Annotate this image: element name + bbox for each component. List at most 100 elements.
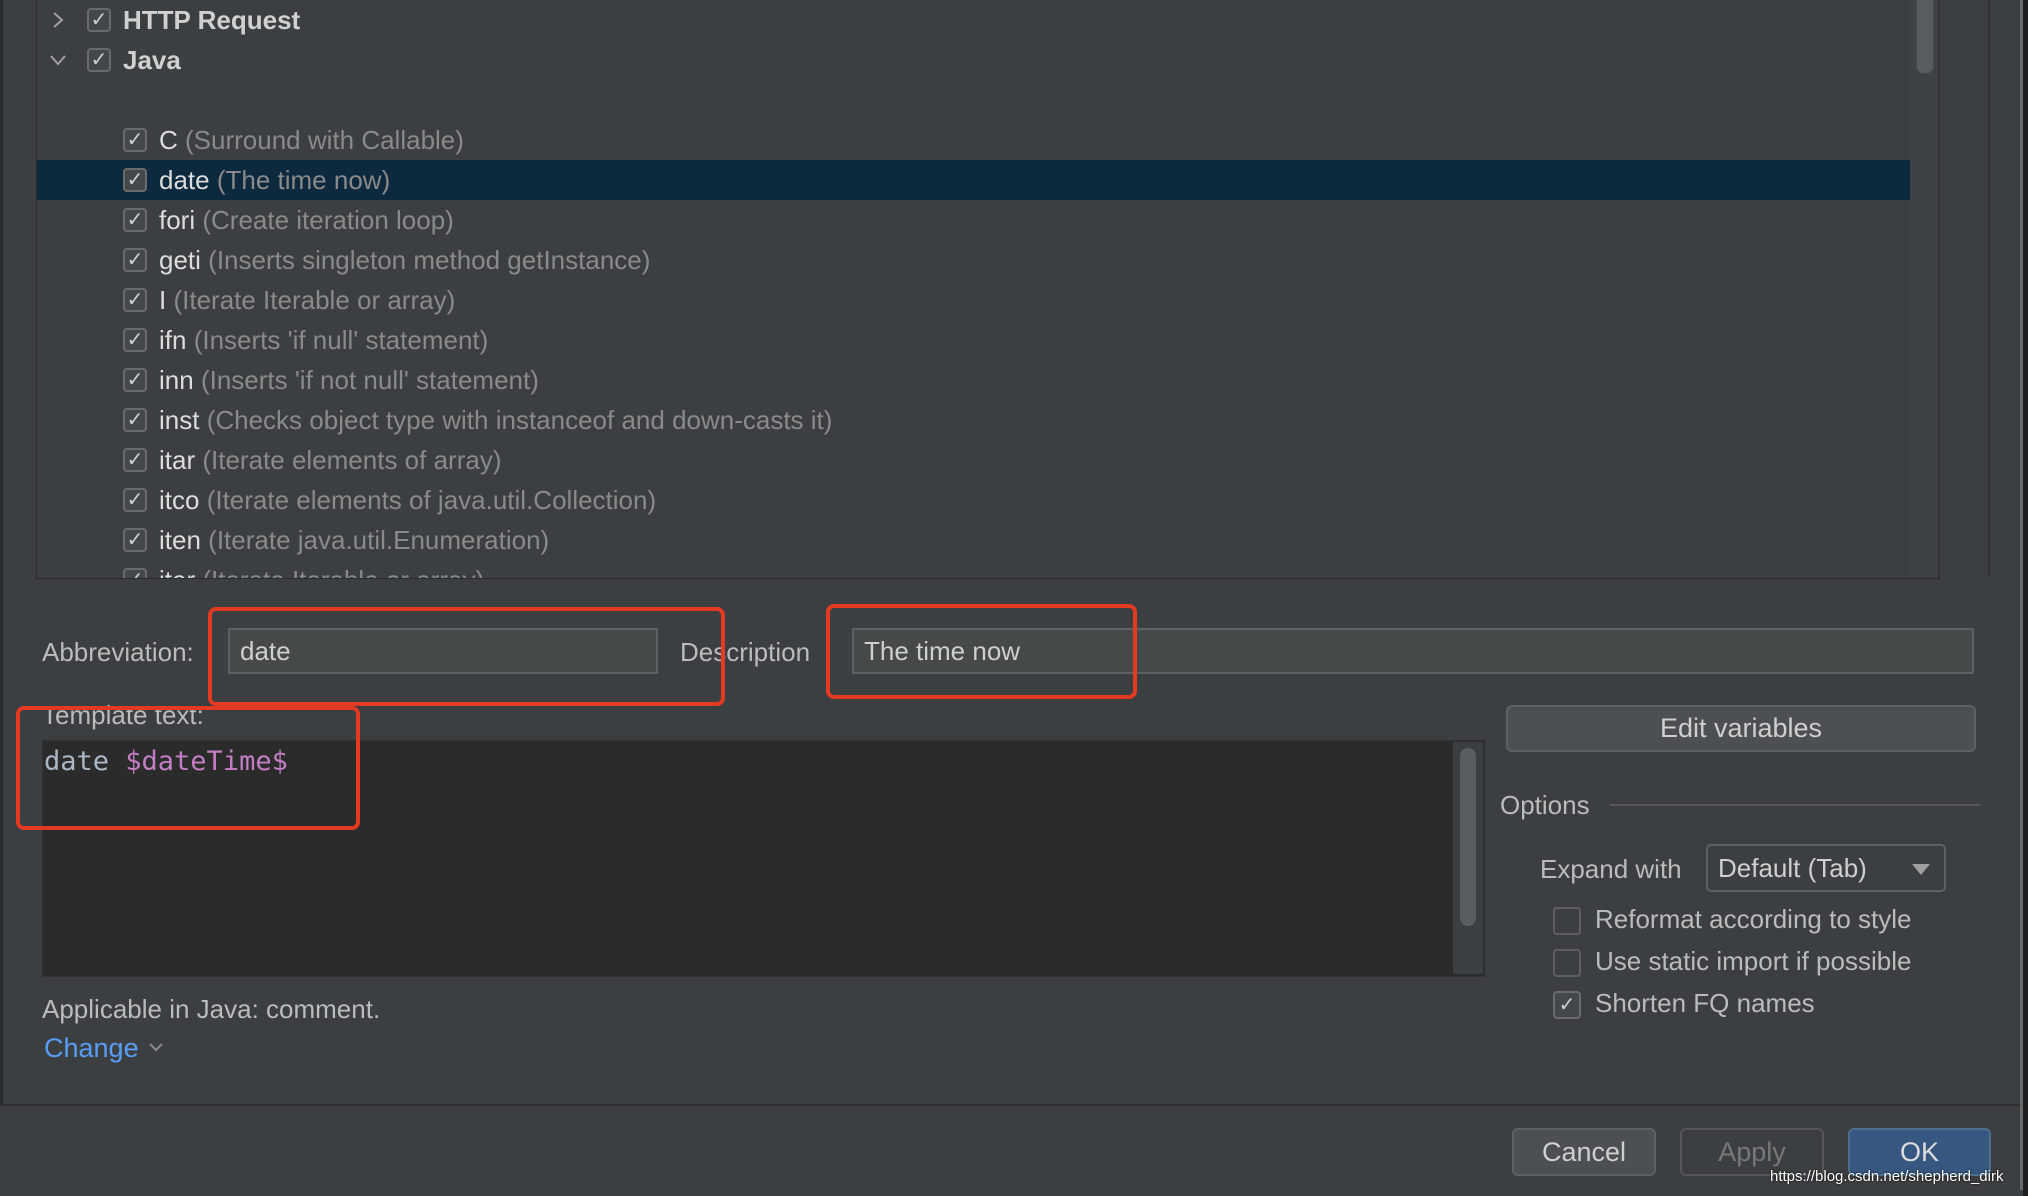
template-description: (Inserts 'if null' statement) — [193, 324, 489, 355]
template-abbreviation: iter — [159, 565, 195, 579]
template-checkbox[interactable]: ✓ — [123, 408, 147, 432]
template-checkbox[interactable]: ✓ — [123, 528, 147, 552]
template-list-item[interactable]: ✓ iten (Iterate java.util.Enumeration) — [37, 520, 1911, 560]
cancel-button[interactable]: Cancel — [1512, 1128, 1656, 1176]
chevron-down-icon[interactable] — [148, 1040, 164, 1058]
expand-with-label: Expand with — [1540, 854, 1682, 884]
check-icon: ✓ — [1558, 994, 1576, 1016]
ok-label: OK — [1899, 1136, 1939, 1167]
options-heading: Options — [1500, 790, 1590, 820]
template-list-item[interactable]: ✓ itco (Iterate elements of java.util.Col… — [37, 480, 1911, 520]
template-list-item[interactable]: ✓ I (Iterate Iterable or array) — [37, 280, 1911, 320]
option-label: Shorten FQ names — [1595, 988, 1815, 1018]
template-list-item[interactable]: ✓ date (The time now) — [37, 160, 1911, 200]
template-checkbox[interactable]: ✓ — [123, 288, 147, 312]
template-description: (Iterate java.util.Enumeration) — [208, 524, 550, 555]
tree-scrollbar-track[interactable] — [1910, 0, 1938, 578]
template-list-item[interactable]: ✓ inn (Inserts 'if not null' statement) — [37, 360, 1911, 400]
group-checkbox[interactable]: ✓ — [87, 48, 111, 72]
template-list-item[interactable]: ✓ ifn (Inserts 'if null' statement) — [37, 320, 1911, 360]
template-checkbox[interactable]: ✓ — [123, 568, 147, 578]
group-label: Java — [123, 44, 181, 75]
apply-label: Apply — [1718, 1136, 1786, 1167]
template-checkbox[interactable]: ✓ — [123, 448, 147, 472]
template-label: C (Surround with Callable) — [159, 125, 464, 156]
template-description: (Checks object type with instanceof and … — [206, 404, 833, 435]
template-description: (Inserts singleton method getInstance) — [208, 244, 651, 275]
tree-group-http-request[interactable]: ✓ HTTP Request — [37, 0, 1911, 40]
template-label: fori (Create iteration loop) — [159, 205, 454, 236]
template-abbreviation: I — [159, 284, 167, 315]
template-abbreviation: date — [159, 164, 210, 195]
template-description: (Create iteration loop) — [202, 204, 454, 235]
template-abbreviation: inn — [159, 364, 194, 395]
live-templates-tree[interactable]: ✓ HTTP Request ✓ Java ✓ C (Surround with … — [36, 0, 1940, 579]
option-checkbox[interactable] — [1553, 949, 1581, 977]
check-icon: ✓ — [126, 249, 144, 271]
check-icon: ✓ — [90, 49, 108, 71]
applicable-context-text: Applicable in Java: comment. — [42, 994, 381, 1024]
template-description: (The time now) — [216, 164, 391, 195]
template-checkbox[interactable]: ✓ — [123, 208, 147, 232]
change-context-link[interactable]: Change — [44, 1033, 139, 1064]
option-checkbox[interactable] — [1553, 907, 1581, 935]
edit-variables-button[interactable]: Edit variables — [1506, 705, 1976, 752]
template-checkbox[interactable]: ✓ — [123, 488, 147, 512]
template-checkbox[interactable]: ✓ — [123, 368, 147, 392]
template-abbreviation: ifn — [159, 324, 187, 355]
check-icon: ✓ — [126, 369, 144, 391]
template-list-item[interactable]: ✓ itar (Iterate elements of array) — [37, 440, 1911, 480]
template-checkbox[interactable]: ✓ — [123, 168, 147, 192]
template-abbreviation: geti — [159, 244, 201, 275]
check-icon: ✓ — [126, 329, 144, 351]
template-description: (Iterate elements of array) — [202, 444, 502, 475]
check-icon: ✓ — [90, 9, 108, 31]
template-label: itar (Iterate elements of array) — [159, 445, 501, 476]
template-checkbox[interactable]: ✓ — [123, 248, 147, 272]
check-icon: ✓ — [127, 570, 144, 578]
expand-with-select[interactable]: Default (Tab) — [1706, 844, 1946, 892]
template-abbreviation: iten — [159, 524, 201, 555]
template-label: date (The time now) — [159, 165, 390, 196]
options-separator — [1610, 804, 1980, 806]
template-list-item[interactable]: ✓ iter (Iterate Iterable or array) — [37, 560, 1911, 579]
group-label: HTTP Request — [123, 4, 301, 35]
group-checkbox[interactable]: ✓ — [87, 8, 111, 32]
template-abbreviation: inst — [159, 404, 200, 435]
check-icon: ✓ — [126, 289, 144, 311]
cancel-label: Cancel — [1541, 1136, 1627, 1167]
template-label: I (Iterate Iterable or array) — [159, 285, 455, 316]
template-list-item[interactable]: ✓ geti (Inserts singleton method getInsta… — [37, 240, 1911, 280]
editor-scrollbar-thumb[interactable] — [1460, 748, 1476, 926]
check-icon: ✓ — [126, 489, 144, 511]
check-icon: ✓ — [126, 209, 144, 231]
chevron-right-icon[interactable] — [47, 9, 69, 31]
template-list-item[interactable]: ✓ fori (Create iteration loop) — [37, 200, 1911, 240]
highlight-description — [826, 604, 1137, 699]
template-description: (Iterate Iterable or array) — [173, 284, 456, 315]
template-list-item[interactable]: ✓ inst (Checks object type with instanceo… — [37, 400, 1911, 440]
template-description: (Surround with Callable) — [185, 124, 464, 155]
tree-scrollbar-thumb[interactable] — [1916, 0, 1934, 74]
template-checkbox[interactable]: ✓ — [123, 128, 147, 152]
chevron-down-icon[interactable] — [47, 49, 69, 71]
edit-variables-label: Edit variables — [1659, 713, 1823, 743]
template-label: geti (Inserts singleton method getInstan… — [159, 245, 650, 276]
check-icon: ✓ — [126, 449, 144, 471]
dropdown-arrow-icon — [1912, 864, 1930, 875]
window-edge — [2023, 0, 2028, 1196]
template-label: iter (Iterate Iterable or array) — [159, 565, 484, 579]
template-label: ifn (Inserts 'if null' statement) — [159, 325, 488, 356]
template-list-item[interactable]: ✓ C (Surround with Callable) — [37, 120, 1911, 160]
check-icon: ✓ — [126, 169, 144, 191]
template-label: itco (Iterate elements of java.util.Coll… — [159, 485, 656, 516]
check-icon: ✓ — [126, 129, 144, 151]
template-label: inn (Inserts 'if not null' statement) — [159, 365, 539, 396]
template-description: (Iterate Iterable or array) — [202, 565, 484, 579]
highlight-abbreviation — [208, 607, 725, 706]
template-description: (Inserts 'if not null' statement) — [200, 364, 539, 395]
option-checkbox[interactable]: ✓ — [1553, 991, 1581, 1019]
tree-group-java[interactable]: ✓ Java — [37, 40, 1911, 80]
template-checkbox[interactable]: ✓ — [123, 328, 147, 352]
check-icon: ✓ — [126, 529, 144, 551]
